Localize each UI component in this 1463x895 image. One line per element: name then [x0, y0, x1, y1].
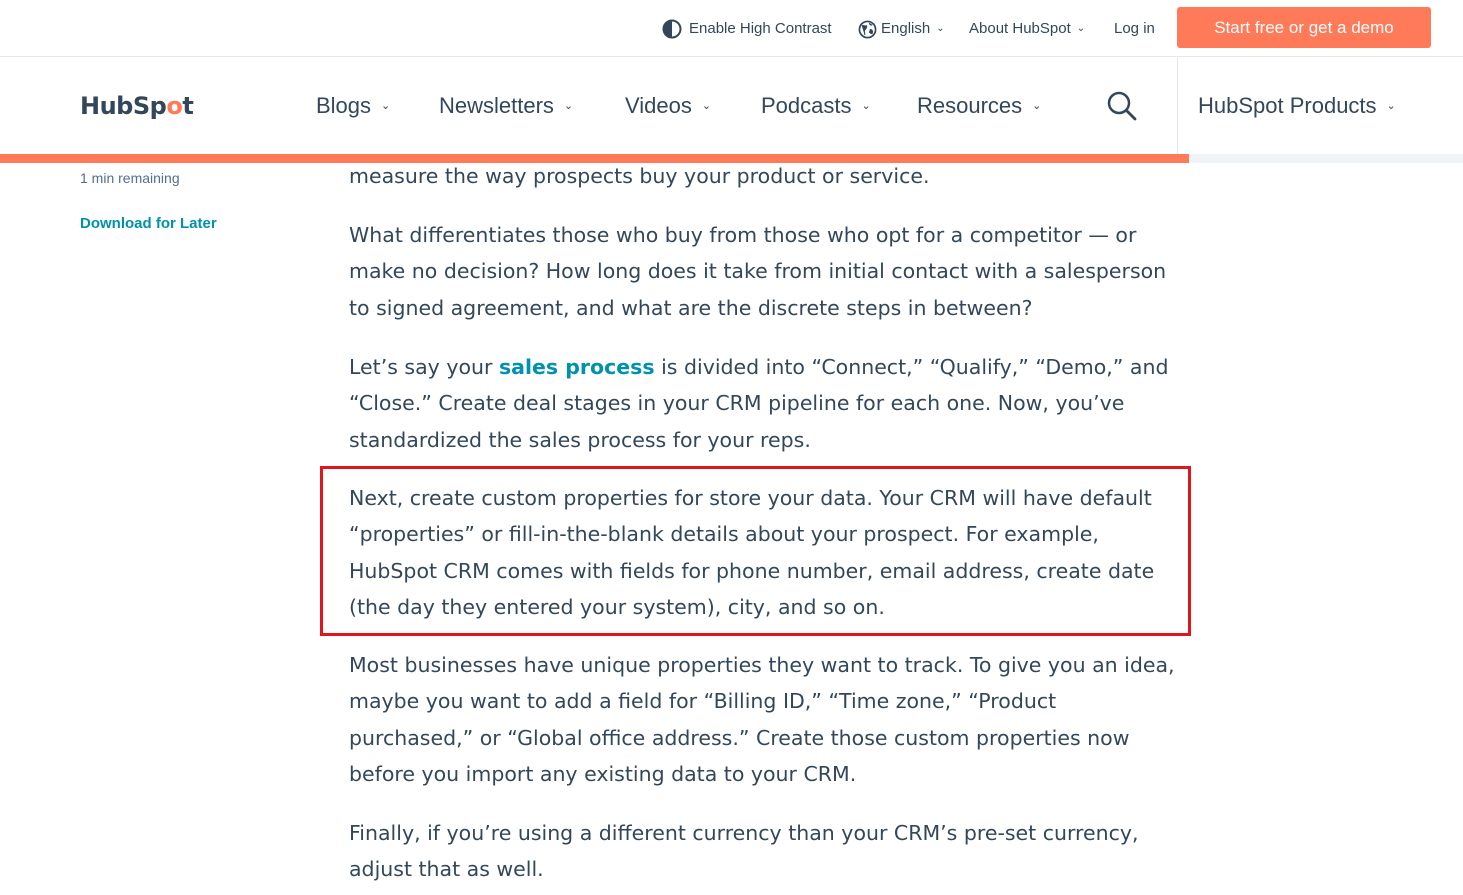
language-selector[interactable]: English ⌄ — [858, 18, 945, 40]
article-paragraph: Most businesses have unique properties t… — [349, 653, 1175, 786]
nav-item-newsletters[interactable]: Newsletters ⌄ — [439, 92, 573, 120]
globe-icon — [858, 20, 877, 38]
utility-bar: Enable High Contrast English ⌄ About Hub… — [0, 0, 1463, 57]
nav-item-label: Videos — [625, 93, 692, 118]
main-nav: HubSp o t Blogs ⌄ Newsletters ⌄ Videos ⌄ P… — [0, 58, 1463, 154]
language-label: English — [881, 20, 931, 37]
about-hubspot-menu[interactable]: About HubSpot ⌄ — [969, 18, 1085, 40]
article-paragraph: Finally, if you’re using a different cur… — [349, 821, 1139, 882]
chevron-down-icon: ⌄ — [1032, 100, 1042, 112]
chevron-down-icon: ⌄ — [936, 23, 945, 34]
about-hubspot-label: About HubSpot — [969, 20, 1071, 37]
high-contrast-toggle[interactable]: Enable High Contrast — [662, 18, 832, 40]
highlight-annotation-box — [320, 466, 1191, 636]
nav-divider — [1177, 58, 1178, 154]
time-remaining: 1 min remaining — [80, 170, 180, 186]
nav-item-blogs[interactable]: Blogs ⌄ — [316, 92, 390, 120]
login-link[interactable]: Log in — [1114, 18, 1155, 40]
logo-text-end: t — [182, 92, 194, 120]
chevron-down-icon: ⌄ — [1386, 100, 1396, 112]
chevron-down-icon: ⌄ — [381, 100, 391, 112]
chevron-down-icon: ⌄ — [563, 100, 574, 112]
article-paragraph: Let’s say your sales process is divided … — [349, 349, 1179, 458]
nav-item-label: Resources — [917, 93, 1023, 118]
start-free-button[interactable]: Start free or get a demo — [1177, 7, 1431, 48]
sales-process-link[interactable]: sales process — [499, 355, 655, 379]
chevron-down-icon: ⌄ — [1076, 23, 1086, 34]
nav-item-resources[interactable]: Resources ⌄ — [917, 92, 1041, 120]
high-contrast-label: Enable High Contrast — [689, 20, 832, 37]
logo-text: HubSp — [80, 92, 167, 120]
nav-item-hubspot-products[interactable]: HubSpot Products ⌄ — [1198, 92, 1396, 120]
search-icon[interactable] — [1106, 90, 1138, 122]
article-paragraph: What differentiates those who buy from t… — [349, 223, 1167, 320]
chevron-down-icon: ⌄ — [701, 100, 712, 112]
nav-item-videos[interactable]: Videos ⌄ — [625, 92, 711, 120]
nav-item-label: Podcasts — [761, 93, 852, 118]
nav-item-podcasts[interactable]: Podcasts ⌄ — [761, 92, 871, 120]
hubspot-logo[interactable]: HubSp o t — [80, 89, 194, 123]
download-for-later-link[interactable]: Download for Later — [80, 215, 217, 232]
sprocket-icon: o — [166, 92, 183, 120]
paragraph-text: Let’s say your — [349, 355, 499, 379]
nav-item-label: HubSpot Products — [1198, 93, 1377, 118]
article-paragraph: measure the way prospects buy your produ… — [349, 164, 930, 188]
chevron-down-icon: ⌄ — [861, 100, 871, 112]
nav-item-label: Blogs — [316, 93, 372, 118]
nav-item-label: Newsletters — [439, 93, 554, 118]
contrast-icon — [662, 19, 682, 39]
